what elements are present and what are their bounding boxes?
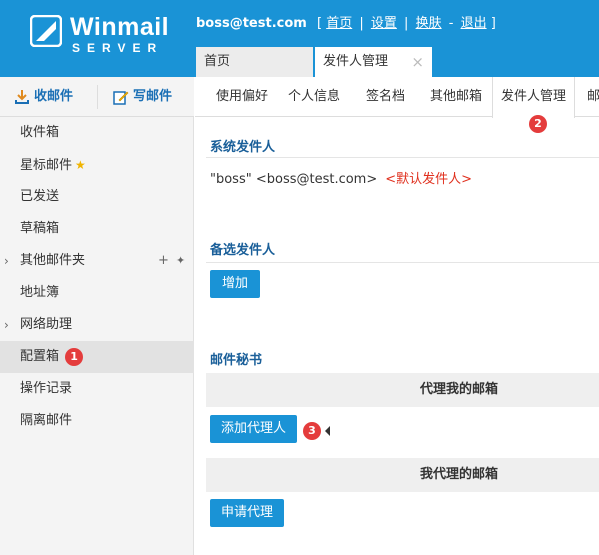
sidebar-item-quarantine[interactable]: 隔离邮件 (0, 405, 194, 437)
step-badge: 2 (529, 115, 547, 133)
user-toolbar: boss@test.com [ 首页 | 设置 | 换肤 - 退出 ] (196, 12, 496, 31)
add-folder-icon[interactable]: + (158, 245, 169, 277)
sidebar-item-label: 网络助理 (20, 317, 73, 332)
divider (206, 262, 599, 263)
sidebar-item-network-assistant[interactable]: › 网络助理 (0, 309, 194, 341)
receive-mail-label: 收邮件 (34, 89, 74, 104)
winmail-logo: Winmail SERVER (30, 13, 170, 57)
default-sender-tag: <默认发件人> (385, 172, 473, 187)
separator: - (448, 16, 454, 31)
sidebar-item-drafts[interactable]: 草稿箱 (0, 213, 194, 245)
system-sender-title: 系统发件人 (210, 140, 276, 155)
sidebar-item-starred[interactable]: 星标邮件 ★ (0, 149, 194, 181)
sidebar-item-inbox[interactable]: 收件箱 (0, 117, 194, 149)
download-icon (15, 90, 29, 104)
write-mail-label: 写邮件 (133, 89, 173, 104)
main-content: 使用偏好 个人信息 签名档 其他邮箱 发件人管理 邮 2 系统发件人 "boss… (195, 77, 599, 555)
sidebar-item-label: 操作记录 (20, 381, 73, 396)
tab-signature[interactable]: 签名档 (366, 77, 405, 117)
alt-sender-title: 备选发件人 (210, 243, 276, 258)
sidebar-item-label: 配置箱 (20, 349, 60, 364)
receive-mail-button[interactable]: 收邮件 (14, 77, 73, 117)
divider (97, 85, 98, 109)
bracket-close: ] (490, 16, 496, 31)
manage-folder-icon[interactable]: ✦ (176, 245, 185, 277)
star-icon: ★ (75, 158, 86, 172)
compose-bar: 收邮件 写邮件 (0, 77, 194, 117)
sidebar-item-label: 隔离邮件 (20, 413, 73, 428)
sidebar-item-operation-log[interactable]: 操作记录 (0, 373, 194, 405)
sidebar-item-label: 地址簿 (20, 285, 60, 300)
sidebar-item-config[interactable]: 配置箱 1 (0, 341, 194, 373)
close-icon[interactable]: × (411, 47, 424, 77)
add-sender-button[interactable]: 增加 (210, 270, 260, 298)
separator: | (359, 16, 364, 31)
sidebar-item-label: 其他邮件夹 (20, 253, 86, 268)
logo-mark-icon (30, 15, 62, 47)
settings-link[interactable]: 设置 (371, 16, 397, 31)
system-sender-row: "boss" <boss@test.com> <默认发件人> (210, 168, 472, 187)
logo-subtext: SERVER (72, 41, 164, 55)
add-agent-button[interactable]: 添加代理人 (210, 415, 297, 443)
home-link[interactable]: 首页 (326, 16, 352, 31)
sidebar: 收邮件 写邮件 收件箱 星标邮件 ★ 已发送 草稿箱 › 其他邮件夹 + ✦ 地… (0, 77, 194, 555)
tab-preferences[interactable]: 使用偏好 (216, 77, 268, 117)
i-proxy-header: 我代理的邮箱 (206, 458, 599, 492)
folder-list: 收件箱 星标邮件 ★ 已发送 草稿箱 › 其他邮件夹 + ✦ 地址簿 › 网络助理… (0, 117, 194, 437)
chevron-right-icon[interactable]: › (4, 309, 9, 341)
bracket-open: [ (316, 16, 323, 31)
logo-text: Winmail (70, 13, 170, 41)
tab-home-label: 首页 (204, 54, 231, 69)
sidebar-item-label: 收件箱 (20, 125, 60, 140)
step-badge: 3 (303, 422, 321, 440)
pencil-icon (113, 91, 129, 105)
proxy-me-header: 代理我的邮箱 (206, 373, 599, 407)
tab-more[interactable]: 邮 (587, 77, 599, 117)
top-header: Winmail SERVER boss@test.com [ 首页 | 设置 |… (0, 0, 599, 77)
settings-tabs: 使用偏好 个人信息 签名档 其他邮箱 发件人管理 邮 (195, 77, 599, 118)
sidebar-item-label: 草稿箱 (20, 221, 60, 236)
step-badge: 1 (65, 347, 84, 366)
sidebar-item-label: 已发送 (20, 189, 60, 204)
sidebar-item-other-folders[interactable]: › 其他邮件夹 + ✦ (0, 245, 194, 277)
chevron-right-icon[interactable]: › (4, 245, 9, 277)
user-email: boss@test.com (196, 16, 307, 31)
system-sender-value: "boss" <boss@test.com> (210, 172, 378, 187)
tab-home[interactable]: 首页 (196, 47, 313, 77)
sidebar-item-sent[interactable]: 已发送 (0, 181, 194, 213)
tab-sender-label: 发件人管理 (323, 54, 389, 69)
tab-sender-management[interactable]: 发件人管理 × (315, 47, 432, 77)
pointer-arrow-icon (325, 426, 330, 436)
secretary-title: 邮件秘书 (210, 353, 263, 368)
tab-personal-info[interactable]: 个人信息 (288, 77, 340, 117)
tab-sender-management[interactable]: 发件人管理 (492, 77, 576, 118)
tab-other-mailboxes[interactable]: 其他邮箱 (430, 77, 482, 117)
logout-link[interactable]: 退出 (461, 16, 487, 31)
divider (206, 157, 599, 158)
skin-link[interactable]: 换肤 (416, 16, 442, 31)
sidebar-item-label: 星标邮件 (20, 158, 73, 173)
apply-proxy-button[interactable]: 申请代理 (210, 499, 284, 527)
sidebar-item-address-book[interactable]: 地址簿 (0, 277, 194, 309)
write-mail-button[interactable]: 写邮件 (113, 77, 172, 117)
separator: | (404, 16, 409, 31)
